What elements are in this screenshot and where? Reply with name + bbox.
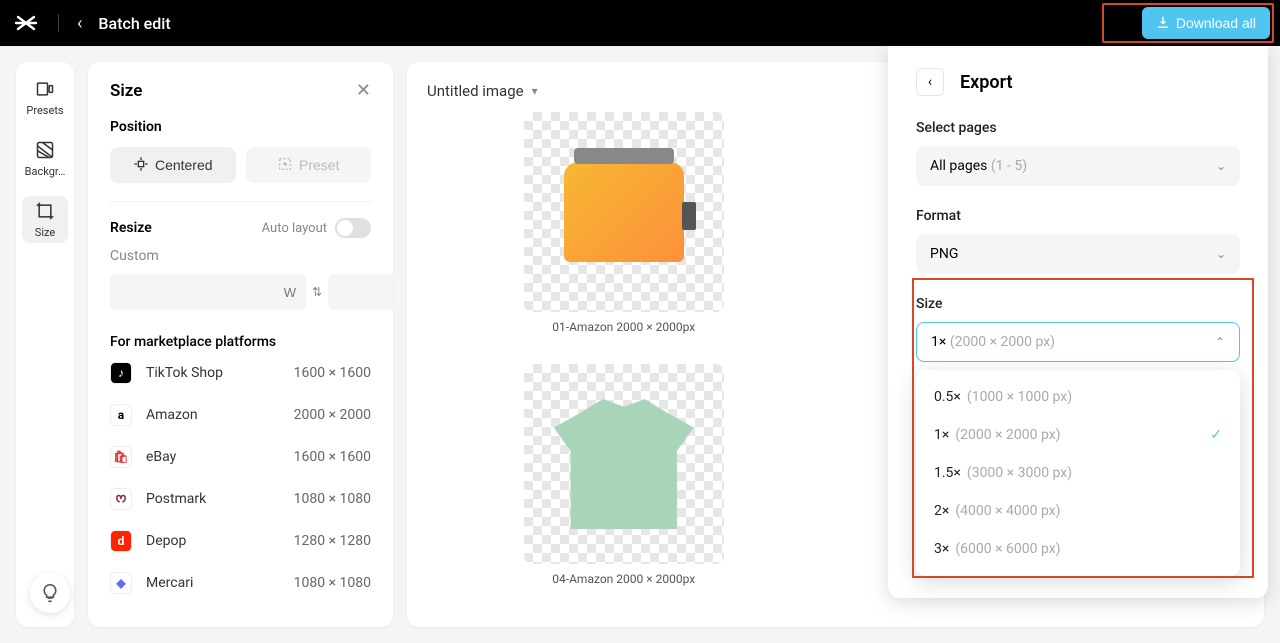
help-button[interactable] — [30, 573, 70, 613]
platform-icon: 🛍 — [110, 446, 132, 468]
platform-dim: 1080 × 1080 — [294, 575, 371, 591]
export-panel: ‹ Export Select pages All pages (1 - 5) … — [888, 46, 1268, 598]
width-input[interactable] — [110, 274, 306, 310]
platform-row[interactable]: ᰔ Postmark 1080 × 1080 — [110, 488, 371, 510]
close-icon[interactable]: ✕ — [356, 80, 371, 101]
custom-label: Custom — [110, 248, 371, 264]
auto-layout-toggle[interactable] — [335, 218, 371, 238]
platform-icon: d — [110, 530, 132, 552]
size-selected-main: 1× — [931, 334, 946, 350]
tool-label: Backgr… — [25, 165, 66, 178]
resize-label: Resize — [110, 220, 152, 236]
format-value: PNG — [930, 246, 958, 262]
tool-label: Presets — [26, 104, 63, 117]
export-back-button[interactable]: ‹ — [916, 68, 944, 96]
chevron-down-icon[interactable]: ▾ — [532, 84, 538, 98]
size-dropdown: 0.5×(1000 × 1000 px)1×(2000 × 2000 px)✓1… — [916, 370, 1240, 576]
size-option[interactable]: 3×(6000 × 6000 px) — [916, 530, 1240, 568]
platform-name: Amazon — [146, 407, 198, 423]
page-title: Batch edit — [98, 14, 170, 33]
pages-range: (1 - 5) — [991, 158, 1027, 174]
centered-label: Centered — [155, 157, 213, 173]
export-title: Export — [960, 72, 1013, 93]
download-icon — [1156, 15, 1170, 32]
platform-icon: ♪ — [110, 362, 132, 384]
platform-icon: ◆ — [110, 572, 132, 594]
centered-button[interactable]: Centered — [110, 147, 236, 183]
platform-dim: 1600 × 1600 — [294, 449, 371, 465]
swap-icon[interactable]: ⇅ — [312, 274, 322, 310]
chevron-up-icon: ⌃ — [1215, 335, 1225, 349]
platform-row[interactable]: ◆ Mercari 1080 × 1080 — [110, 572, 371, 594]
pages-select[interactable]: All pages (1 - 5) ⌄ — [916, 146, 1240, 186]
preset-label: Preset — [299, 157, 339, 173]
size-icon — [34, 200, 56, 222]
back-button[interactable]: ‹ — [77, 13, 82, 34]
preset-icon — [277, 156, 293, 175]
platform-row[interactable]: 🛍 eBay 1600 × 1600 — [110, 446, 371, 468]
divider — [58, 14, 59, 32]
platform-icon: ᰔ — [110, 488, 132, 510]
platform-name: Postmark — [146, 491, 206, 507]
pages-value: All pages — [930, 158, 987, 174]
size-option[interactable]: 1×(2000 × 2000 px)✓ — [916, 416, 1240, 454]
panel-title: Size — [110, 81, 142, 101]
divider — [110, 201, 371, 202]
size-option[interactable]: 0.5×(1000 × 1000 px) — [916, 378, 1240, 416]
thumbnail[interactable]: 04-Amazon 2000 × 2000px — [427, 364, 821, 586]
tool-size[interactable]: Size — [22, 196, 68, 243]
download-all-label: Download all — [1176, 15, 1256, 31]
platform-name: TikTok Shop — [146, 365, 223, 381]
height-input[interactable] — [328, 274, 393, 310]
tool-presets[interactable]: Presets — [22, 74, 68, 121]
download-all-button[interactable]: Download all — [1142, 7, 1270, 39]
tool-background[interactable]: Backgr… — [22, 135, 68, 182]
chevron-down-icon: ⌄ — [1216, 159, 1226, 173]
presets-icon — [34, 78, 56, 100]
size-panel: Size ✕ Position Centered Preset Resize A… — [88, 62, 393, 627]
tool-label: Size — [35, 226, 55, 239]
app-header: ‹ Batch edit Download all — [0, 0, 1280, 46]
format-select[interactable]: PNG ⌄ — [916, 234, 1240, 274]
platform-name: Depop — [146, 533, 186, 549]
platform-dim: 2000 × 2000 — [294, 407, 371, 423]
thumbnail-label: 01-Amazon 2000 × 2000px — [552, 320, 695, 334]
marketplace-header: For marketplace platforms — [110, 334, 371, 350]
platform-row[interactable]: ♪ TikTok Shop 1600 × 1600 — [110, 362, 371, 384]
app-logo — [12, 9, 40, 37]
size-option[interactable]: 2×(4000 × 4000 px) — [916, 492, 1240, 530]
platform-row[interactable]: a Amazon 2000 × 2000 — [110, 404, 371, 426]
platform-name: Mercari — [146, 575, 193, 591]
platform-row[interactable]: d Depop 1280 × 1280 — [110, 530, 371, 552]
centered-icon — [133, 156, 149, 175]
size-select[interactable]: 1× (2000 × 2000 px) ⌃ — [916, 322, 1240, 362]
canvas-title[interactable]: Untitled image — [427, 82, 524, 100]
platform-dim: 1080 × 1080 — [294, 491, 371, 507]
position-label: Position — [110, 119, 371, 135]
select-pages-label: Select pages — [916, 120, 1240, 136]
platform-dim: 1600 × 1600 — [294, 365, 371, 381]
auto-layout-label: Auto layout — [262, 221, 327, 236]
export-size-label: Size — [916, 296, 1240, 312]
tools-sidebar: Presets Backgr… Size — [16, 62, 74, 627]
platform-dim: 1280 × 1280 — [294, 533, 371, 549]
format-label: Format — [916, 208, 1240, 224]
thumbnail[interactable]: 01-Amazon 2000 × 2000px — [427, 112, 821, 334]
background-icon — [34, 139, 56, 161]
preset-button[interactable]: Preset — [246, 147, 372, 183]
chevron-down-icon: ⌄ — [1216, 247, 1226, 261]
platform-name: eBay — [146, 449, 176, 465]
platform-icon: a — [110, 404, 132, 426]
size-selected-sub: (2000 × 2000 px) — [950, 334, 1055, 350]
thumbnail-label: 04-Amazon 2000 × 2000px — [552, 572, 695, 586]
check-icon: ✓ — [1210, 427, 1222, 443]
size-option[interactable]: 1.5×(3000 × 3000 px) — [916, 454, 1240, 492]
